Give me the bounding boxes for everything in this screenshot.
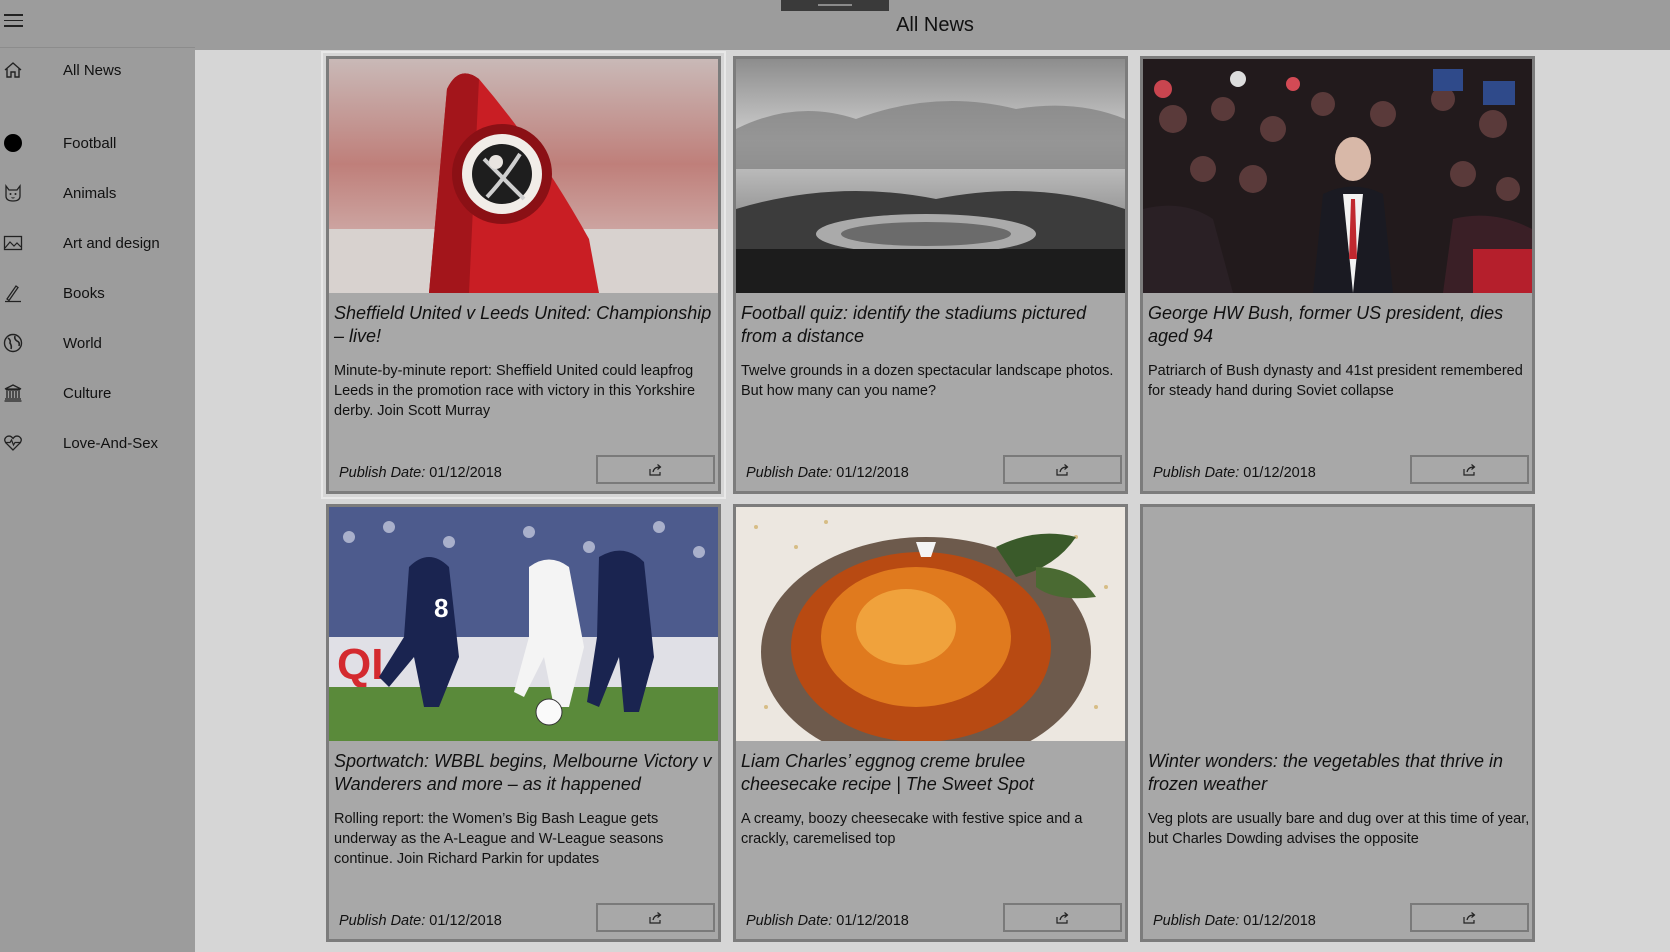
drag-handle[interactable]	[781, 0, 889, 11]
publish-date: Publish Date: 01/12/2018	[746, 913, 909, 929]
share-button[interactable]	[1410, 903, 1529, 932]
share-icon	[648, 911, 661, 924]
sidebar-item-culture[interactable]: Culture	[0, 373, 195, 413]
publish-date: Publish Date: 01/12/2018	[339, 465, 502, 481]
publish-date-value: 01/12/2018	[836, 465, 909, 481]
cheesecake-photo	[736, 507, 1125, 741]
page-title: All News	[896, 14, 974, 36]
share-icon	[1055, 911, 1068, 924]
news-card[interactable]: Liam Charles’ eggnog creme brulee cheese…	[733, 504, 1128, 942]
article-headline[interactable]: Sheffield United v Leeds United: Champio…	[334, 302, 716, 348]
publish-date-value: 01/12/2018	[1243, 913, 1316, 929]
article-headline[interactable]: George HW Bush, former US president, die…	[1148, 302, 1530, 348]
heartbeat-icon	[2, 432, 24, 454]
publish-date-value: 01/12/2018	[836, 913, 909, 929]
globe-icon	[2, 332, 24, 354]
article-summary: Rolling report: the Women’s Big Bash Lea…	[334, 811, 664, 867]
article-summary: A creamy, boozy cheesecake with festive …	[741, 811, 1083, 847]
picture-icon	[2, 232, 24, 254]
pen-icon	[2, 282, 24, 304]
sidebar-item-label: Animals	[63, 184, 117, 202]
stadium-landscape-photo	[736, 59, 1125, 293]
share-button[interactable]	[596, 903, 715, 932]
news-card[interactable]: QI 8 Sportwatch: WBBL begins, Melbourne …	[326, 504, 721, 942]
share-button[interactable]	[1410, 455, 1529, 484]
share-button[interactable]	[1003, 903, 1122, 932]
publish-date-label: Publish Date:	[1153, 465, 1240, 481]
article-summary: Minute-by-minute report: Sheffield Unite…	[334, 363, 696, 419]
sidebar-item-label: Culture	[63, 384, 112, 402]
share-icon	[648, 463, 661, 476]
publish-date-label: Publish Date:	[746, 913, 833, 929]
share-icon	[1462, 463, 1475, 476]
article-summary: Twelve grounds in a dozen spectacular la…	[741, 363, 1114, 399]
news-card[interactable]: Winter wonders: the vegetables that thri…	[1140, 504, 1535, 942]
sidebar-item-label: Football	[63, 134, 117, 152]
publish-date: Publish Date: 01/12/2018	[746, 465, 909, 481]
sidebar-item-label: Love-And-Sex	[63, 434, 159, 452]
sidebar-item-animals[interactable]: Animals	[0, 173, 195, 213]
article-headline[interactable]: Liam Charles’ eggnog creme brulee cheese…	[741, 750, 1123, 796]
publish-date-label: Publish Date:	[746, 465, 833, 481]
sidebar-item-label: Books	[63, 284, 105, 302]
publish-date-label: Publish Date:	[339, 913, 426, 929]
news-card[interactable]: Football quiz: identify the stadiums pic…	[733, 56, 1128, 494]
sidebar-item-label: Art and design	[63, 234, 160, 252]
publish-date-value: 01/12/2018	[429, 465, 502, 481]
sidebar-item-books[interactable]: Books	[0, 273, 195, 313]
publish-date-value: 01/12/2018	[1243, 465, 1316, 481]
image-placeholder	[1143, 507, 1532, 741]
share-icon	[1462, 911, 1475, 924]
publish-date: Publish Date: 01/12/2018	[1153, 465, 1316, 481]
news-card[interactable]: Sheffield United v Leeds United: Champio…	[321, 51, 726, 499]
home-icon	[2, 59, 24, 81]
publish-date-value: 01/12/2018	[429, 913, 502, 929]
news-grid: Sheffield United v Leeds United: Champio…	[195, 50, 1670, 952]
publish-date-label: Publish Date:	[1153, 913, 1240, 929]
ball-icon	[2, 132, 24, 154]
crowd-rally-photo	[1143, 59, 1532, 293]
article-headline[interactable]: Winter wonders: the vegetables that thri…	[1148, 750, 1530, 796]
sidebar-item-art-and-design[interactable]: Art and design	[0, 223, 195, 263]
sidebar-item-world[interactable]: World	[0, 323, 195, 363]
sidebar-item-love-and-sex[interactable]: Love-And-Sex	[0, 423, 195, 463]
svg-text:8: 8	[434, 593, 448, 623]
article-summary: Veg plots are usually bare and dug over …	[1148, 811, 1530, 847]
corner-flag-photo	[329, 59, 718, 293]
hamburger-icon	[4, 14, 23, 27]
title-bar: All News	[0, 0, 1670, 50]
museum-icon	[2, 382, 24, 404]
publish-date-label: Publish Date:	[339, 465, 426, 481]
sidebar-item-all-news[interactable]: All News	[0, 50, 195, 90]
sidebar-item-football[interactable]: Football	[0, 123, 195, 163]
sidebar: All News Football Animals Art and design…	[0, 0, 195, 952]
article-headline[interactable]: Football quiz: identify the stadiums pic…	[741, 302, 1123, 348]
news-card[interactable]: George HW Bush, former US president, die…	[1140, 56, 1535, 494]
publish-date: Publish Date: 01/12/2018	[339, 913, 502, 929]
share-button[interactable]	[596, 455, 715, 484]
share-button[interactable]	[1003, 455, 1122, 484]
sidebar-item-label: World	[63, 334, 102, 352]
svg-text:QI: QI	[337, 640, 383, 689]
publish-date: Publish Date: 01/12/2018	[1153, 913, 1316, 929]
hamburger-button[interactable]	[0, 0, 195, 48]
sidebar-item-label: All News	[63, 61, 122, 79]
football-match-photo: QI 8	[329, 507, 718, 741]
article-summary: Patriarch of Bush dynasty and 41st presi…	[1148, 363, 1523, 399]
cat-icon	[2, 182, 24, 204]
share-icon	[1055, 463, 1068, 476]
article-headline[interactable]: Sportwatch: WBBL begins, Melbourne Victo…	[334, 750, 716, 796]
